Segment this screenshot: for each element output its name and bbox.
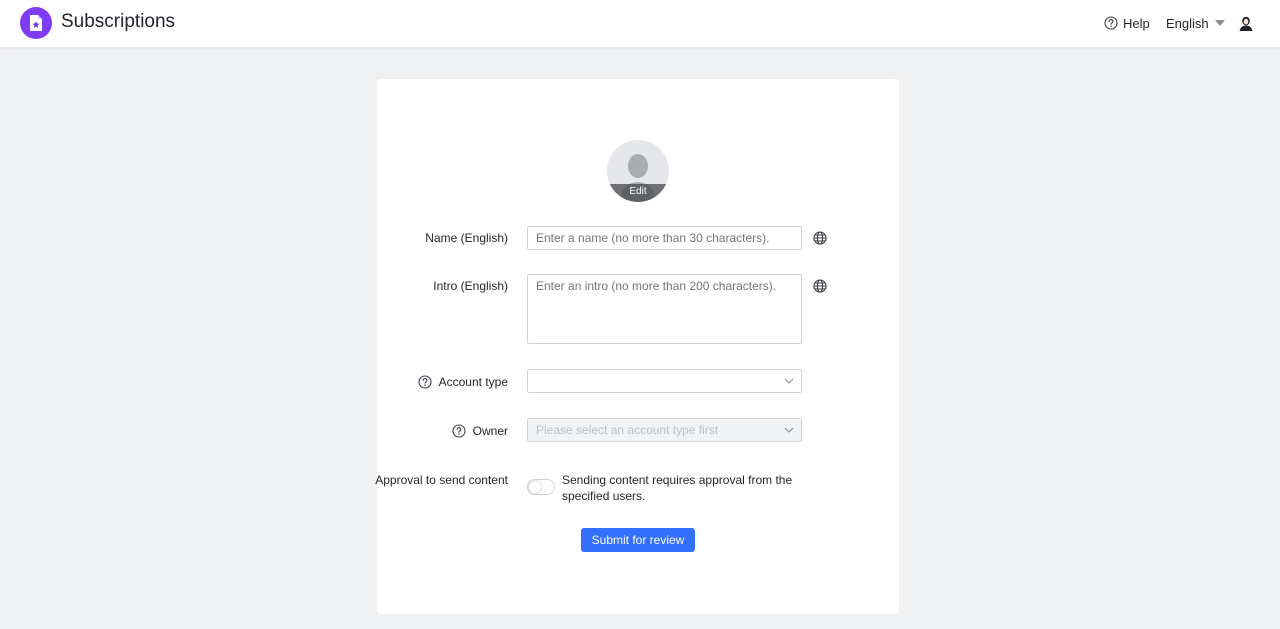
help-circle-icon bbox=[1104, 16, 1118, 30]
owner-placeholder: Please select an account type first bbox=[536, 423, 719, 437]
globe-icon[interactable] bbox=[813, 231, 827, 245]
help-circle-icon[interactable] bbox=[418, 375, 432, 389]
name-label-text: Name (English) bbox=[425, 231, 508, 245]
app-logo[interactable] bbox=[20, 7, 52, 39]
account-type-label: Account type bbox=[418, 375, 508, 389]
intro-label-text: Intro (English) bbox=[433, 279, 508, 293]
toggle-knob bbox=[529, 481, 541, 493]
chevron-down-icon bbox=[784, 378, 794, 384]
help-button[interactable]: Help bbox=[1104, 14, 1150, 32]
account-avatar-upload[interactable]: Edit bbox=[607, 140, 669, 202]
approval-label-text: Approval to send content bbox=[375, 473, 508, 487]
avatar-edit-label: Edit bbox=[607, 184, 669, 202]
approval-label: Approval to send content bbox=[375, 473, 508, 487]
user-icon bbox=[1236, 13, 1256, 33]
name-label: Name (English) bbox=[425, 231, 508, 245]
account-type-label-text: Account type bbox=[438, 375, 508, 389]
help-label: Help bbox=[1123, 15, 1150, 31]
owner-label-text: Owner bbox=[472, 424, 508, 438]
form-card: Edit Name (English) Intro (English) Acco… bbox=[375, 79, 899, 614]
globe-icon[interactable] bbox=[813, 279, 827, 293]
approval-description: Sending content requires approval from t… bbox=[562, 473, 793, 503]
top-bar: Subscriptions Help English bbox=[0, 0, 1280, 47]
app-title: Subscriptions bbox=[61, 11, 176, 32]
user-avatar[interactable] bbox=[1236, 13, 1256, 33]
approval-toggle[interactable] bbox=[527, 479, 555, 495]
intro-label: Intro (English) bbox=[433, 279, 508, 293]
language-label: English bbox=[1166, 15, 1209, 31]
owner-select[interactable]: Please select an account type first bbox=[527, 418, 802, 442]
submit-for-review-button[interactable]: Submit for review bbox=[581, 528, 695, 552]
owner-label: Owner bbox=[452, 424, 508, 438]
document-star-icon bbox=[30, 15, 42, 31]
help-circle-icon[interactable] bbox=[452, 424, 466, 438]
caret-down-icon bbox=[1214, 20, 1225, 26]
account-type-select[interactable] bbox=[527, 369, 802, 393]
chevron-down-icon bbox=[784, 427, 794, 433]
intro-textarea[interactable] bbox=[527, 274, 802, 344]
name-input[interactable] bbox=[527, 226, 802, 250]
language-selector[interactable]: English bbox=[1166, 14, 1225, 32]
